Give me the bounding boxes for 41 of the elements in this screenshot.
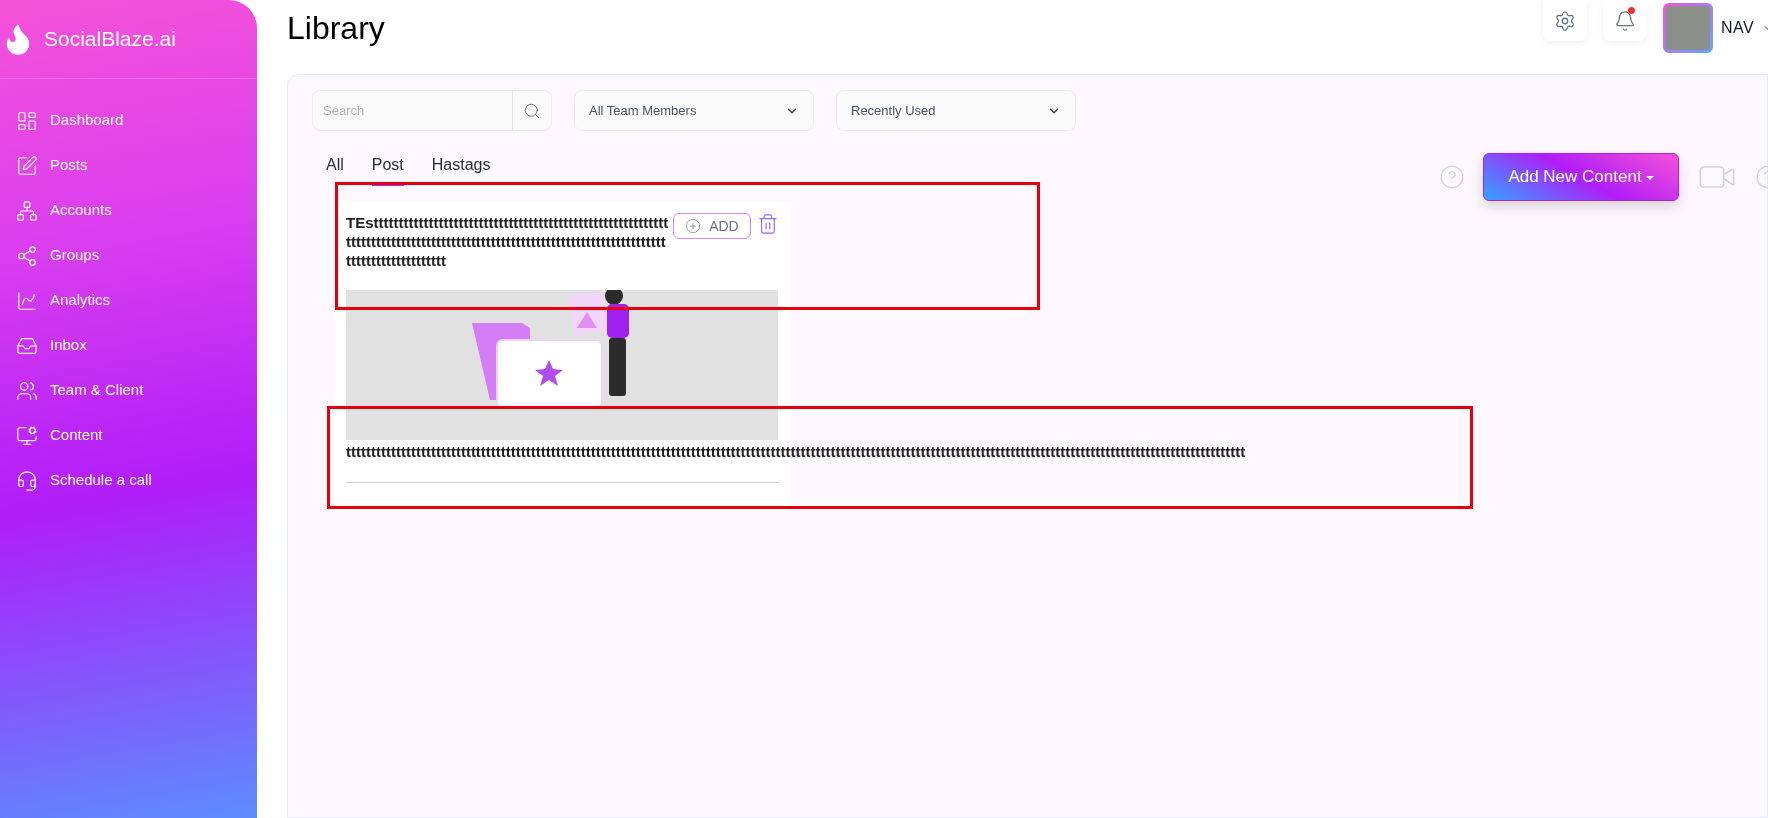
- dashboard-icon: [16, 109, 38, 132]
- sidebar-item[interactable]: Posts: [16, 152, 257, 179]
- filter-dropdown[interactable]: Recently Used: [836, 90, 1076, 131]
- bell-icon: [1614, 9, 1637, 32]
- page-title: Library: [287, 9, 385, 48]
- people-icon: [16, 379, 38, 402]
- search-field[interactable]: Search: [312, 90, 512, 131]
- filter-dropdown[interactable]: All Team Members: [574, 90, 814, 131]
- caret-icon: [1645, 176, 1654, 180]
- edit-icon: [16, 154, 38, 177]
- sidebar-item[interactable]: Accounts: [16, 197, 257, 224]
- add-new-content-button[interactable]: Add New Content: [1483, 153, 1679, 201]
- plus-icon: [685, 218, 702, 234]
- notifications-button[interactable]: [1603, 0, 1648, 41]
- brand-name: SocialBlaze.ai: [44, 26, 176, 53]
- line-chart-icon: [16, 289, 38, 312]
- post-caption: tttttttttttttttttttttttttttttttttttttttttttttttttttttttttttttttttttttttttttttttttttttttttttttttttttttttttttttttttttttttttttttttttttttttttttttttttttttttttttttttttttttttttttttttttttt: [346, 442, 1246, 462]
- trash-icon[interactable]: [757, 213, 779, 235]
- sidebar-item[interactable]: Inbox: [16, 332, 257, 359]
- settings-button[interactable]: [1543, 0, 1588, 41]
- post-title: TEsttttttttttttttttttttttttttttttttttttttttttttttttttttttttttttttttttttttttttttttttttttttttttttttttttttttttttttttttttttttttttttttttttttttttttttttt: [346, 213, 669, 270]
- search-button[interactable]: [512, 90, 552, 131]
- monitor-icon: [16, 424, 38, 447]
- search-icon: [523, 101, 541, 120]
- settings-icon: [1554, 9, 1577, 32]
- tab[interactable]: All: [326, 153, 344, 186]
- network-icon: [16, 199, 38, 222]
- sidebar-item[interactable]: Dashboard: [16, 107, 257, 134]
- add-button[interactable]: ADD: [672, 213, 752, 239]
- sidebar-item[interactable]: Analytics: [16, 287, 257, 314]
- tab[interactable]: Hastags: [431, 153, 491, 186]
- user-name[interactable]: NAV: [1721, 16, 1754, 40]
- nodes-icon: [16, 244, 38, 267]
- tab[interactable]: Post: [371, 153, 404, 186]
- sidebar-item[interactable]: Content: [16, 422, 257, 449]
- sidebar-item[interactable]: Team & Client: [16, 377, 257, 404]
- avatar-placeholder[interactable]: [1663, 3, 1714, 53]
- help-icon[interactable]: [1439, 164, 1465, 190]
- headset-icon: [16, 469, 38, 492]
- sidebar-item[interactable]: Groups: [16, 242, 257, 269]
- sidebar-item[interactable]: Schedule a call: [16, 467, 257, 494]
